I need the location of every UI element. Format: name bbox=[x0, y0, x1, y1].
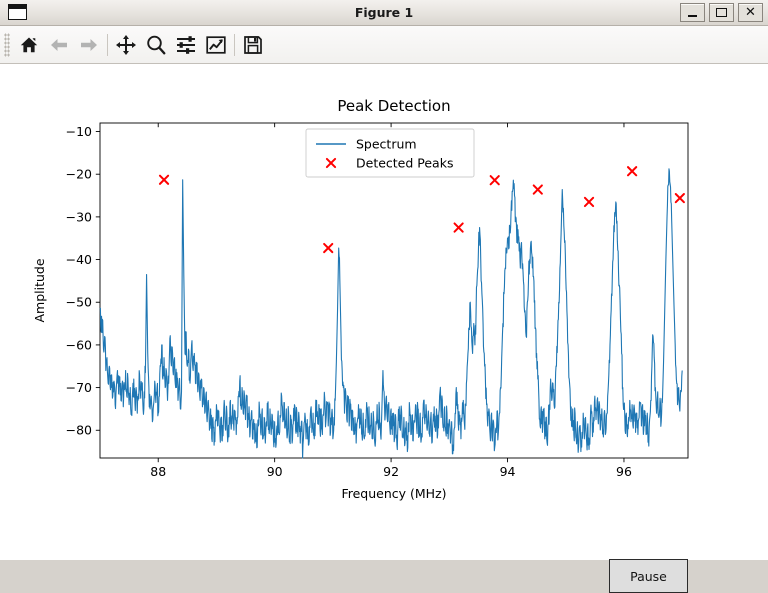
y-tick-label: −60 bbox=[66, 337, 92, 352]
magnifier-icon[interactable] bbox=[141, 30, 171, 60]
x-axis-label: Frequency (MHz) bbox=[341, 486, 446, 501]
save-icon[interactable] bbox=[238, 30, 268, 60]
legend-label-detected-peaks: Detected Peaks bbox=[356, 156, 453, 171]
pause-button[interactable]: Pause bbox=[609, 559, 688, 593]
close-icon: ✕ bbox=[745, 5, 756, 20]
maximize-icon bbox=[716, 8, 727, 17]
matplotlib-toolbar bbox=[0, 26, 768, 64]
close-button[interactable]: ✕ bbox=[738, 3, 763, 22]
x-tick-label: 88 bbox=[150, 464, 166, 479]
minimize-button[interactable] bbox=[680, 3, 705, 22]
x-tick-label: 90 bbox=[267, 464, 283, 479]
y-tick-label: −70 bbox=[66, 380, 92, 395]
sliders-icon[interactable] bbox=[171, 30, 201, 60]
home-icon[interactable] bbox=[14, 30, 44, 60]
x-tick-label: 94 bbox=[500, 464, 516, 479]
figure-canvas[interactable]: 88 90 92 94 96 −10 −20 −30 −40 −50 −60 −70 −80 Peak D… bbox=[0, 64, 768, 593]
y-tick-label: −30 bbox=[66, 209, 92, 224]
y-tick-label: −80 bbox=[66, 423, 92, 438]
arrow-right-icon[interactable] bbox=[74, 30, 104, 60]
x-tick-label: 96 bbox=[616, 464, 632, 479]
chart-title: Peak Detection bbox=[337, 97, 450, 115]
peak-detection-plot: 88 90 92 94 96 −10 −20 −30 −40 −50 −60 −70 −80 Peak D… bbox=[32, 97, 689, 501]
toolbar-separator bbox=[234, 33, 235, 56]
window-buttons: ✕ bbox=[680, 3, 763, 22]
arrow-left-icon[interactable] bbox=[44, 30, 74, 60]
move-icon[interactable] bbox=[111, 30, 141, 60]
y-tick-label: −10 bbox=[66, 124, 92, 139]
chart-legend: Spectrum Detected Peaks bbox=[305, 128, 475, 178]
figure-window: Figure 1 ✕ 88 90 92 94 96 −10 −20 −30 −4… bbox=[0, 0, 768, 593]
y-tick-label: −40 bbox=[66, 252, 92, 267]
window-title: Figure 1 bbox=[354, 5, 414, 20]
maximize-button[interactable] bbox=[709, 3, 734, 22]
curve-edit-icon[interactable] bbox=[201, 30, 231, 60]
x-tick-label: 92 bbox=[383, 464, 399, 479]
y-axis-label: Amplitude bbox=[32, 258, 47, 322]
y-tick-label: −50 bbox=[66, 295, 92, 310]
toolbar-separator bbox=[107, 33, 108, 56]
toolbar-grip[interactable] bbox=[4, 32, 10, 57]
legend-label-spectrum: Spectrum bbox=[356, 137, 417, 152]
title-bar: Figure 1 ✕ bbox=[0, 0, 768, 26]
minimize-icon bbox=[688, 15, 697, 17]
y-tick-label: −20 bbox=[66, 167, 92, 182]
